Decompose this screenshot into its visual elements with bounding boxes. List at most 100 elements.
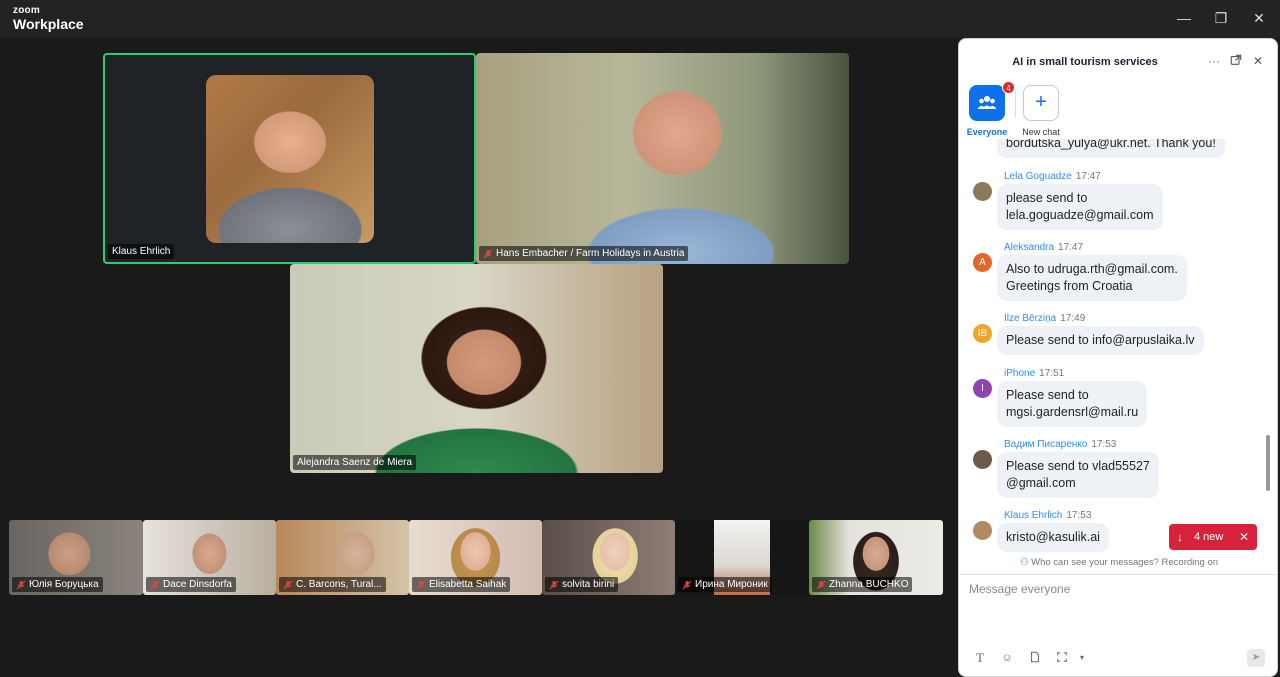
participant-name: Zhanna BUCHKO [829, 579, 909, 590]
zoom-app-window: zoom Workplace — ❐ ✕ Klaus Ehrlich Hans … [0, 0, 1280, 677]
privacy-text: Who can see your messages? Recording on [1031, 557, 1219, 568]
chat-panel: AI in small tourism services ··· ✕ 4 Eve… [958, 38, 1278, 677]
message-bubble[interactable]: Please send to info@arpuslaika.lv [997, 326, 1204, 355]
participant-name: Hans Embacher / Farm Holidays in Austria [496, 248, 685, 259]
title-bar: zoom Workplace — ❐ ✕ [0, 0, 1280, 38]
message-time: 17:53 [1091, 439, 1117, 450]
sender-name[interactable]: Ilze Bērziņa [1004, 313, 1056, 324]
participant-name: Klaus Ehrlich [112, 246, 171, 257]
video-tile-strip-1[interactable]: Юлія Боруцька [9, 520, 143, 595]
sender-avatar[interactable]: A [973, 253, 992, 272]
sender-avatar[interactable] [973, 521, 992, 540]
dismiss-icon[interactable]: ✕ [1239, 524, 1249, 550]
participant-name-chip: C. Barcons, Tural... [279, 577, 386, 592]
participant-name-chip: Klaus Ehrlich [108, 244, 175, 259]
message-time: 17:49 [1060, 313, 1086, 324]
unread-badge: 4 [1002, 81, 1015, 94]
message-bubble[interactable]: Please send to mgsi.gardensrl@mail.ru [997, 381, 1148, 427]
video-tile-alejandra-saenz[interactable]: Alejandra Saenz de Miera [290, 264, 663, 473]
sender-avatar[interactable] [973, 450, 992, 469]
message-time: 17:51 [1039, 368, 1065, 379]
participant-video [206, 75, 374, 243]
participant-name: C. Barcons, Tural... [296, 579, 382, 590]
participant-name-chip: Hans Embacher / Farm Holidays in Austria [479, 246, 689, 261]
sender-name[interactable]: iPhone [1004, 368, 1035, 379]
message-bubble[interactable]: please send to lela.goguadze@gmail.com [997, 184, 1163, 230]
message-time: 17:53 [1066, 510, 1092, 521]
emoji-icon[interactable]: ☺ [1000, 651, 1014, 665]
new-messages-label: 4 new [1194, 531, 1224, 543]
more-options-icon[interactable]: ··· [1207, 54, 1221, 68]
participant-name-chip: Elisabetta Saihak [412, 577, 511, 592]
muted-mic-icon [150, 580, 160, 590]
chevron-down-icon[interactable]: ▾ [1075, 651, 1089, 665]
restore-icon[interactable]: ❐ [1211, 8, 1231, 28]
compose-divider [959, 574, 1277, 575]
message-text-line: please send to [1006, 191, 1088, 205]
partial-message-bubble: bordutska_yulya@ukr.net. Thank you! [997, 139, 1225, 158]
participant-name: Alejandra Saenz de Miera [297, 457, 413, 468]
muted-mic-icon [283, 580, 293, 590]
participant-name: Ирина Мироник [695, 579, 768, 590]
new-chat-button[interactable]: + [1023, 85, 1059, 121]
sender-line: Lela Goguadze 17:47 [1004, 171, 1101, 182]
popout-icon[interactable] [1229, 54, 1243, 68]
file-icon[interactable] [1028, 651, 1042, 665]
close-window-icon[interactable]: ✕ [1249, 8, 1269, 28]
minimize-icon[interactable]: — [1174, 8, 1194, 28]
sender-avatar[interactable]: I [973, 379, 992, 398]
message-text-line: Greetings from Croatia [1006, 279, 1133, 293]
close-chat-icon[interactable]: ✕ [1251, 54, 1265, 68]
everyone-label: Everyone [966, 127, 1008, 137]
sender-line: iPhone 17:51 [1004, 368, 1064, 379]
message-bubble[interactable]: Please send to vlad55527 @gmail.com [997, 452, 1159, 498]
chat-scrollbar[interactable] [1266, 139, 1270, 553]
video-tile-strip-2[interactable]: Dace Dinsdorfa [143, 520, 276, 595]
chat-header: AI in small tourism services ··· ✕ [959, 39, 1277, 83]
video-tile-strip-7[interactable]: Zhanna BUCHKO [809, 520, 943, 595]
sender-line: Klaus Ehrlich 17:53 [1004, 510, 1091, 521]
message-input[interactable]: Message everyone [969, 582, 1070, 596]
chat-title: AI in small tourism services [1012, 56, 1158, 68]
sender-avatar[interactable] [973, 182, 992, 201]
screenshot-icon[interactable] [1055, 651, 1069, 665]
arrow-down-icon: ↓ [1177, 530, 1183, 544]
participant-name: Dace Dinsdorfa [163, 579, 232, 590]
participant-name-chip: Zhanna BUCHKO [812, 577, 913, 592]
video-tile-strip-6[interactable]: Ирина Мироник [675, 520, 809, 595]
sender-avatar[interactable]: IB [973, 324, 992, 343]
sender-line: Ilze Bērziņa 17:49 [1004, 313, 1085, 324]
privacy-note[interactable]: ⚇ Who can see your messages? Recording o… [959, 557, 1277, 568]
send-icon[interactable]: ➤ [1247, 649, 1265, 667]
everyone-chat-button[interactable]: 4 [969, 81, 1015, 121]
message-text-line: lela.goguadze@gmail.com [1006, 208, 1154, 222]
sender-name[interactable]: Вадим Писаренко [1004, 439, 1087, 450]
brand-large: Workplace [13, 16, 84, 32]
sender-line: Вадим Писаренко 17:53 [1004, 439, 1116, 450]
new-messages-button[interactable]: ↓ 4 new ✕ [1169, 524, 1257, 550]
message-bubble[interactable]: Also to udruga.rth@gmail.com. Greetings f… [997, 255, 1187, 301]
sender-name[interactable]: Klaus Ehrlich [1004, 510, 1062, 521]
video-tile-strip-5[interactable]: solvita birini [542, 520, 675, 595]
muted-mic-icon [16, 580, 26, 590]
video-tile-strip-4[interactable]: Elisabetta Saihak [409, 520, 542, 595]
participant-name-chip: Alejandra Saenz de Miera [293, 455, 417, 470]
sender-name[interactable]: Lela Goguadze [1004, 171, 1072, 182]
message-text-line: Please send to vlad55527 [1006, 459, 1150, 473]
participant-name: solvita birini [562, 579, 615, 590]
video-tile-strip-3[interactable]: C. Barcons, Tural... [276, 520, 409, 595]
people-icon: ⚇ [1019, 557, 1029, 568]
scroll-thumb[interactable] [1266, 435, 1270, 491]
text-format-icon[interactable]: T [973, 651, 987, 665]
message-text-line: Please send to [1006, 388, 1089, 402]
video-gallery: Klaus Ehrlich Hans Embacher / Farm Holid… [0, 38, 958, 677]
message-time: 17:47 [1058, 242, 1084, 253]
muted-mic-icon [549, 580, 559, 590]
video-tile-klaus-ehrlich[interactable]: Klaus Ehrlich [103, 53, 476, 264]
message-bubble[interactable]: kristo@kasulik.ai [997, 523, 1109, 552]
sender-name[interactable]: Aleksandra [1004, 242, 1054, 253]
message-list[interactable]: bordutska_yulya@ukr.net. Thank you! Lela… [959, 139, 1277, 553]
participant-name-chip: solvita birini [545, 577, 619, 592]
muted-mic-icon [416, 580, 426, 590]
video-tile-hans-embacher[interactable]: Hans Embacher / Farm Holidays in Austria [476, 53, 849, 264]
